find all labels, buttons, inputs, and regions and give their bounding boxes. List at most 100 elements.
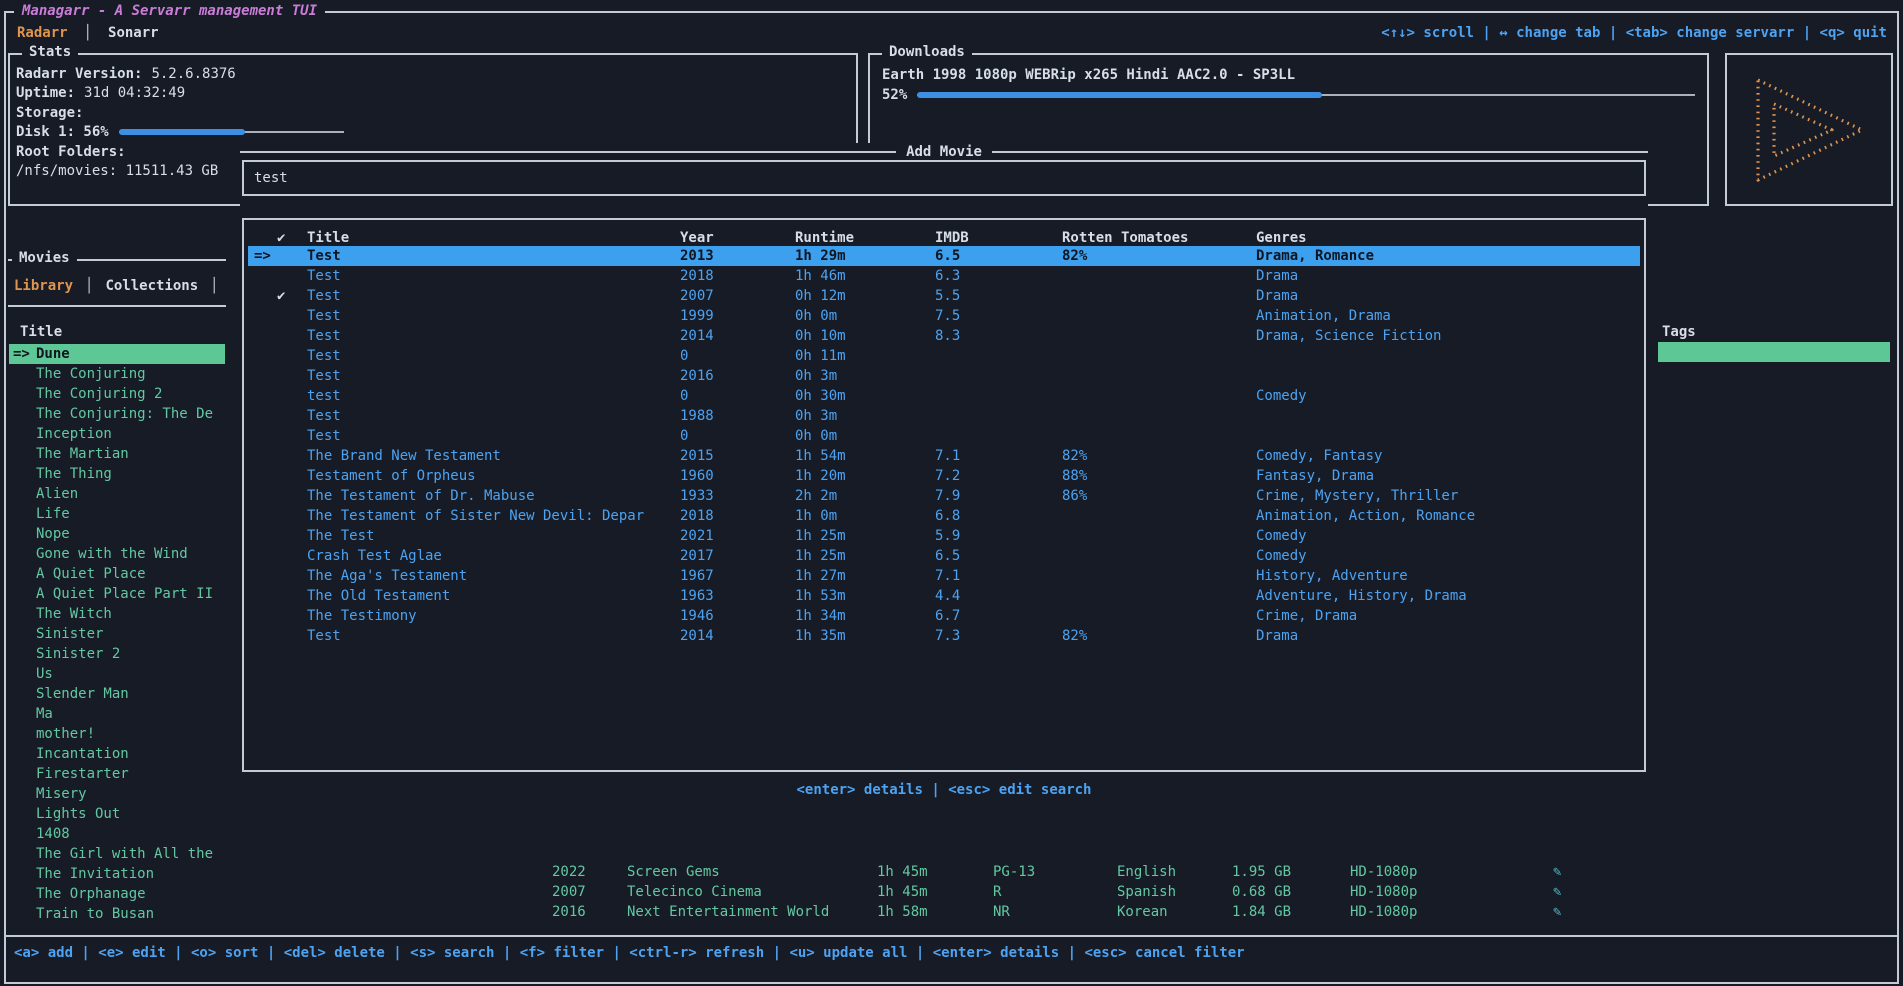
movie-title: The Conjuring 2 [36,384,162,404]
cell-runtime: 1h 45m [877,882,928,902]
gauge-fill [119,129,245,135]
library-movie-row[interactable]: => 1408 [9,824,225,844]
library-movie-row[interactable]: => The Conjuring [9,364,225,384]
library-movie-row[interactable]: => Slender Man [9,684,225,704]
library-movie-row[interactable]: => Us [9,664,225,684]
library-movie-row[interactable]: => mother! [9,724,225,744]
search-result-row[interactable]: => ✔ Test 0 0h 11m [248,346,1640,366]
search-result-row[interactable]: => ✔ The Aga's Testament 1967 1h 27m 7.1… [248,566,1640,586]
search-result-row[interactable]: => ✔ Test 1999 0h 0m 7.5 Animation, Dram… [248,306,1640,326]
result-imdb: 6.8 [935,506,960,526]
search-result-row[interactable]: => ✔ Test 0 0h 0m [248,426,1640,446]
cell-studio: Screen Gems [627,862,720,882]
search-result-row[interactable]: => ✔ The Testament of Dr. Mabuse 1933 2h… [248,486,1640,506]
search-result-row[interactable]: => ✔ The Test 2021 1h 25m 5.9 Comedy [248,526,1640,546]
result-runtime: 1h 29m [795,246,846,266]
result-title: Test [307,306,341,326]
library-movie-row[interactable]: => Sinister 2 [9,644,225,664]
search-result-row[interactable]: => ✔ Test 2014 0h 10m 8.3 Drama, Science… [248,326,1640,346]
tab-collections[interactable]: Collections [105,278,198,294]
header-runtime: Runtime [795,228,854,248]
result-imdb: 6.5 [935,546,960,566]
library-table-row[interactable]: 2016 Next Entertainment World 1h 58m NR … [552,902,1893,922]
header-check: ✔ [277,228,285,248]
result-imdb: 7.3 [935,626,960,646]
library-movie-row[interactable]: => Firestarter [9,764,225,784]
result-title: Test [307,626,341,646]
search-result-row[interactable]: => ✔ Testament of Orpheus 1960 1h 20m 7.… [248,466,1640,486]
library-table-row[interactable]: 2007 Telecinco Cinema 1h 45m R Spanish 0… [552,882,1893,902]
result-genres: Drama [1256,286,1298,306]
library-movie-row[interactable]: => The Girl with All the [9,844,225,864]
library-movie-row[interactable]: => The Witch [9,604,225,624]
library-movie-row[interactable]: => A Quiet Place [9,564,225,584]
result-imdb: 6.3 [935,266,960,286]
library-movie-row[interactable]: => The Martian [9,444,225,464]
version-value: 5.2.6.8376 [151,66,235,82]
search-result-row[interactable]: => ✔ Test 1988 0h 3m [248,406,1640,426]
library-movie-row[interactable]: => Nope [9,524,225,544]
library-movie-row[interactable]: => Incantation [9,744,225,764]
library-movie-row[interactable]: => Lights Out [9,804,225,824]
library-movie-row[interactable]: => Alien [9,484,225,504]
library-movie-row[interactable]: => Sinister [9,624,225,644]
tags-column-header: Tags [1662,322,1696,342]
add-movie-search-input[interactable] [244,162,1644,194]
library-movie-row[interactable]: => The Invitation [9,864,225,884]
search-result-row[interactable]: => ✔ The Testimony 1946 1h 34m 6.7 Crime… [248,606,1640,626]
result-title: Test [307,426,341,446]
keybinding-hints-top: <↑↓> scroll | ↔ change tab | <tab> chang… [1381,25,1887,41]
search-result-row[interactable]: => ✔ test 0 0h 30m Comedy [248,386,1640,406]
library-movie-row[interactable]: => The Conjuring: The De [9,404,225,424]
result-year: 2014 [680,326,714,346]
download-percent-label: 52% [882,87,907,103]
result-title: Test [307,366,341,386]
movies-tab-divider [8,305,226,307]
root-folders-label: Root Folders: [16,144,126,160]
tab-library[interactable]: Library [14,278,73,294]
cell-language: Spanish [1117,882,1176,902]
library-movie-row[interactable]: => Ma [9,704,225,724]
search-result-row[interactable]: => ✔ Test 2013 1h 29m 6.5 82% Drama, Rom… [248,246,1640,266]
movie-title: The Orphanage [36,884,146,904]
disk-label: Disk 1: 56% [16,124,109,140]
movie-title: The Conjuring: The De [36,404,213,424]
result-runtime: 1h 27m [795,566,846,586]
result-title: Crash Test Aglae [307,546,442,566]
library-movie-row[interactable]: => Dune [9,344,225,364]
library-movie-row[interactable]: => A Quiet Place Part II [9,584,225,604]
result-year: 0 [680,346,688,366]
tab-sonarr[interactable]: Sonarr [108,25,159,41]
movie-title: Us [36,664,53,684]
download-item[interactable]: Earth 1998 1080p WEBRip x265 Hindi AAC2.… [882,65,1695,85]
tab-separator: │ [210,278,218,294]
movie-title: The Thing [36,464,112,484]
library-movie-row[interactable]: => Life [9,504,225,524]
tab-radarr[interactable]: Radarr [17,25,68,41]
search-result-row[interactable]: => ✔ The Old Testament 1963 1h 53m 4.4 A… [248,586,1640,606]
result-year: 2013 [680,246,714,266]
movie-title: Lights Out [36,804,120,824]
search-result-row[interactable]: => ✔ Test 2007 0h 12m 5.5 Drama [248,286,1640,306]
search-result-row[interactable]: => ✔ Test 2014 1h 35m 7.3 82% Drama [248,626,1640,646]
library-movie-row[interactable]: => The Orphanage [9,884,225,904]
library-movie-row[interactable]: => The Conjuring 2 [9,384,225,404]
cell-certification: PG-13 [993,862,1035,882]
result-year: 2015 [680,446,714,466]
library-movie-row[interactable]: => Train to Busan [9,904,225,924]
search-result-row[interactable]: => ✔ Crash Test Aglae 2017 1h 25m 6.5 Co… [248,546,1640,566]
library-movie-row[interactable]: => Misery [9,784,225,804]
library-table-row[interactable]: 2022 Screen Gems 1h 45m PG-13 English 1.… [552,862,1893,882]
search-result-row[interactable]: => ✔ Test 2018 1h 46m 6.3 Drama [248,266,1640,286]
library-movie-row[interactable]: => Inception [9,424,225,444]
movie-title: Misery [36,784,87,804]
library-movie-row[interactable]: => Gone with the Wind [9,544,225,564]
search-result-row[interactable]: => ✔ Test 2016 0h 3m [248,366,1640,386]
selected-row-tags-cell[interactable] [1658,342,1890,362]
movie-title: Ma [36,704,53,724]
library-movie-row[interactable]: => The Thing [9,464,225,484]
search-result-row[interactable]: => ✔ The Testament of Sister New Devil: … [248,506,1640,526]
result-genres: Comedy, Fantasy [1256,446,1382,466]
search-result-row[interactable]: => ✔ The Brand New Testament 2015 1h 54m… [248,446,1640,466]
result-imdb: 5.5 [935,286,960,306]
